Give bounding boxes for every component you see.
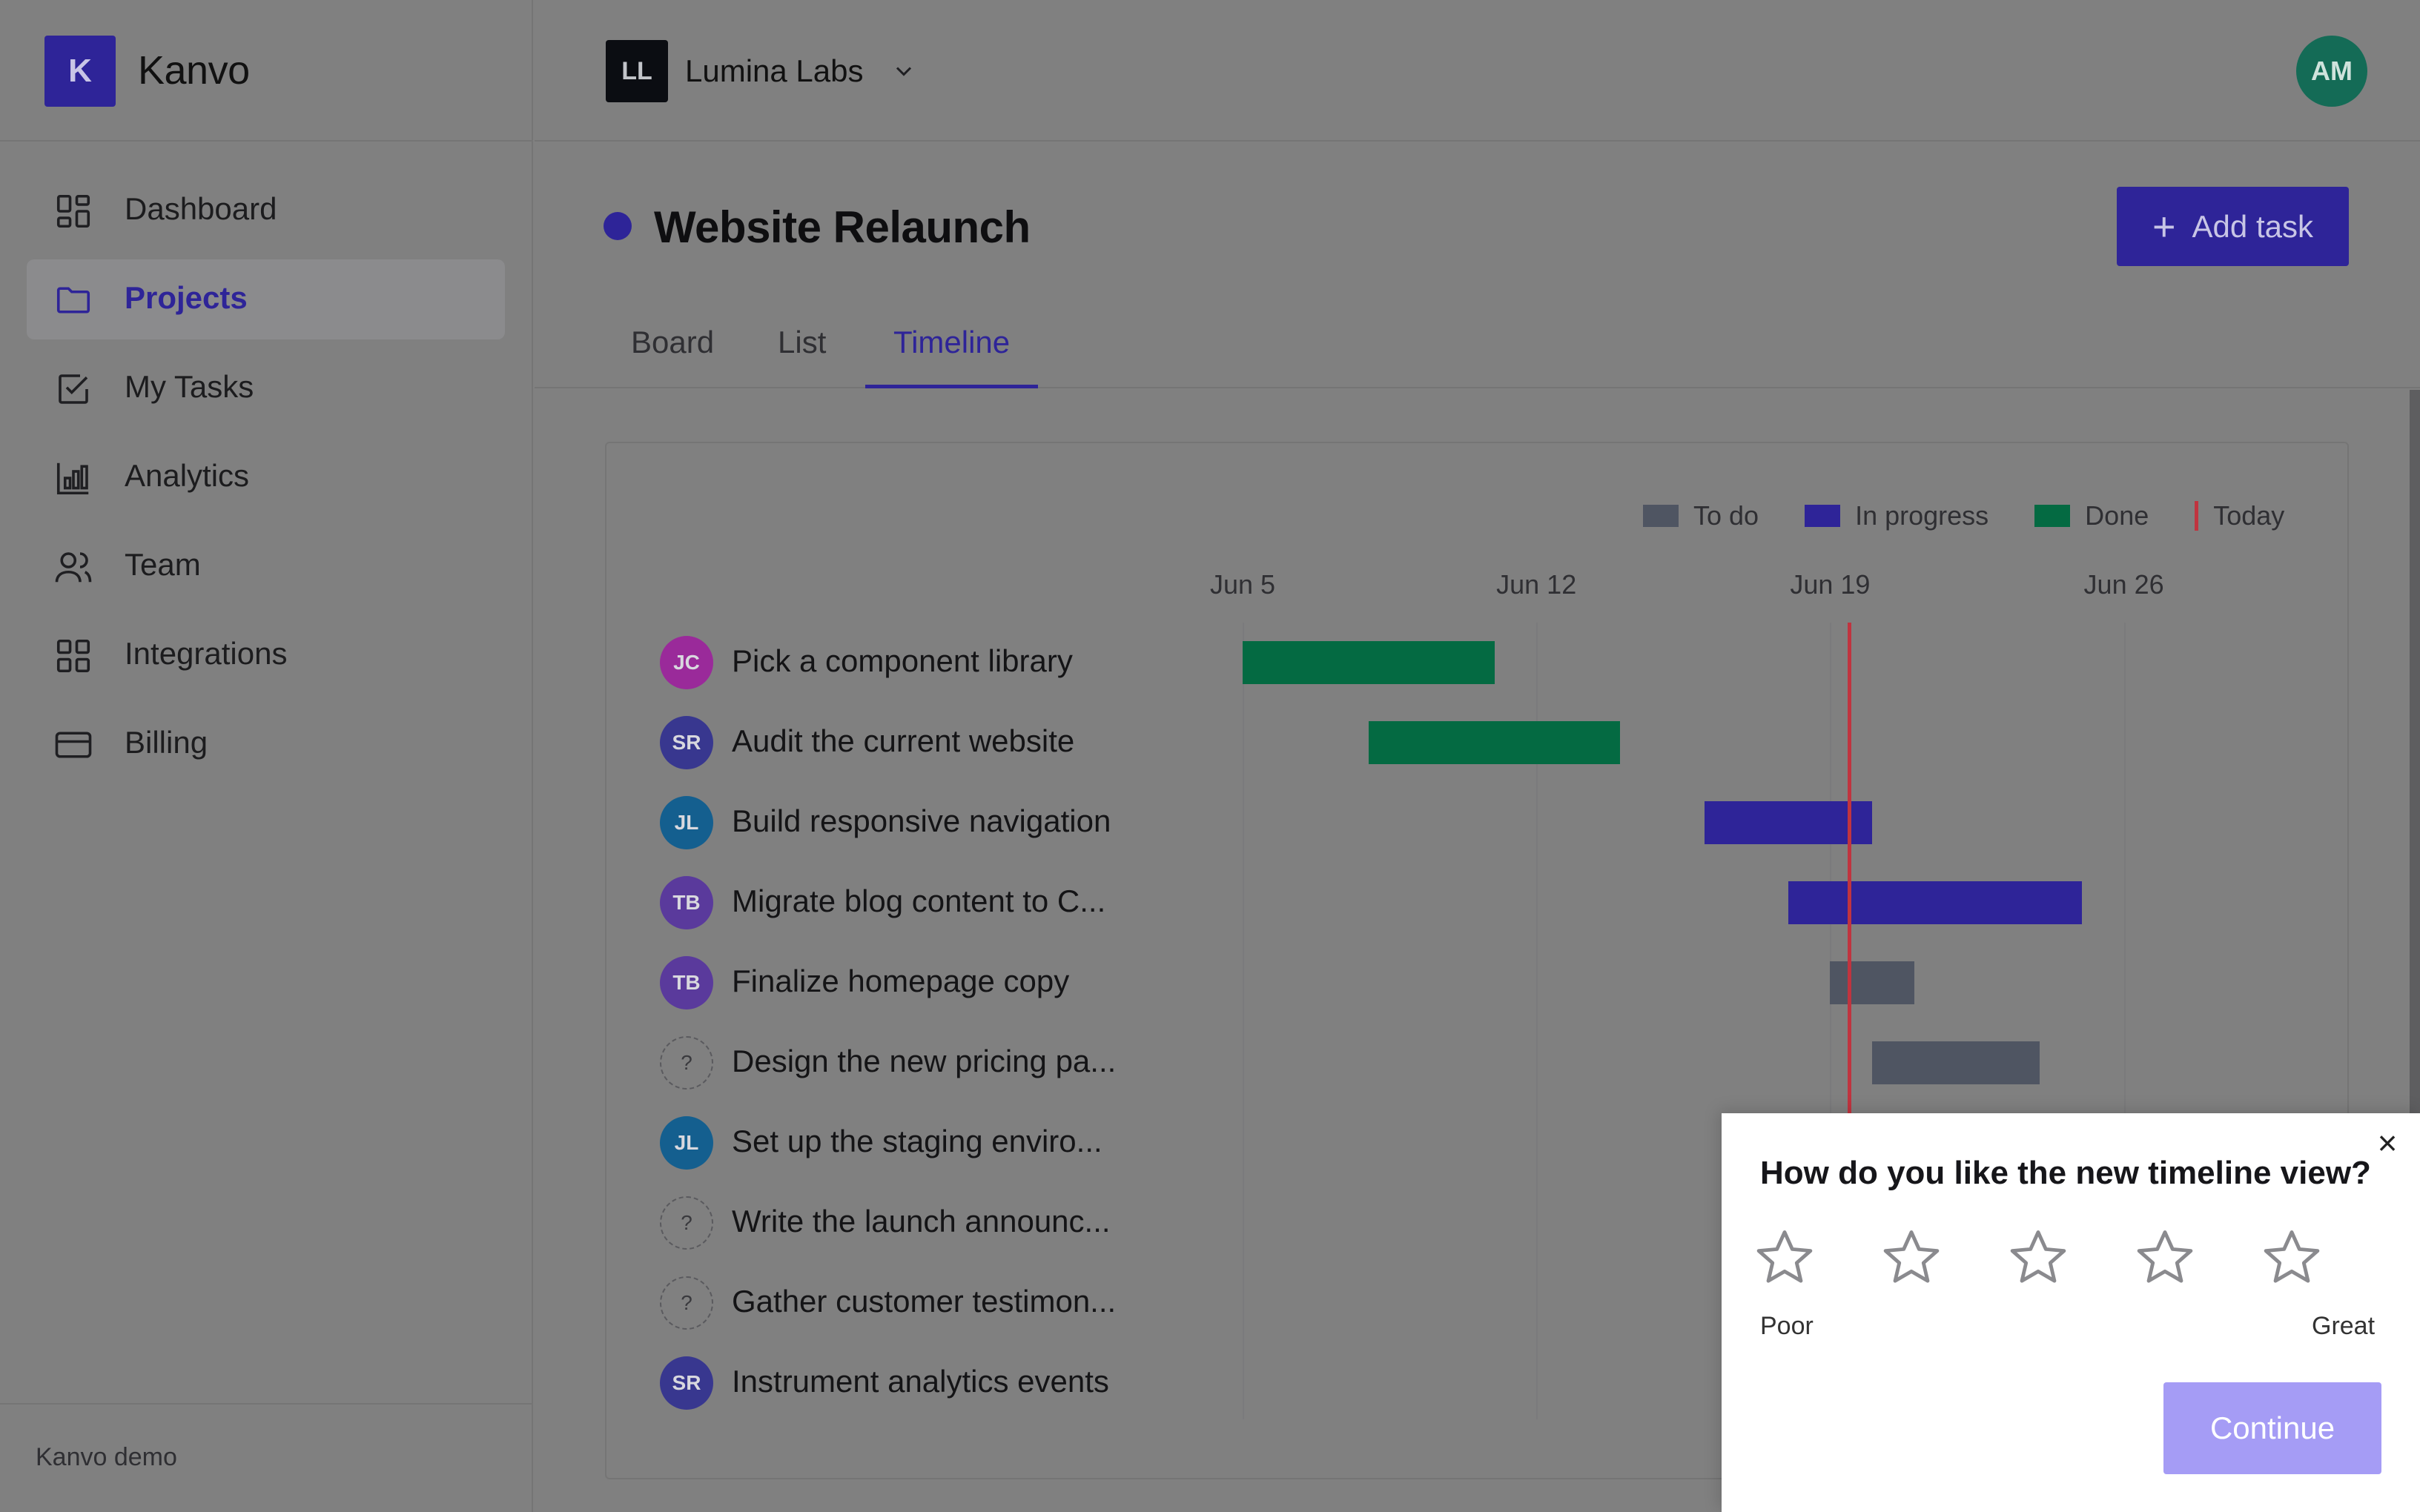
date-label: Jun 19 [1790, 569, 1871, 600]
task-bar[interactable] [1872, 1041, 2040, 1084]
today-marker [1847, 623, 1851, 1115]
task-bar[interactable] [1243, 641, 1495, 684]
assignee-avatar[interactable]: SR [660, 1356, 713, 1410]
date-label: Jun 5 [1209, 569, 1276, 600]
survey-question: How do you like the new timeline view? [1760, 1155, 2371, 1191]
date-label: Jun 12 [1496, 569, 1577, 600]
task-name[interactable]: Design the new pricing pa... [732, 1044, 1116, 1079]
legend-label: To do [1693, 500, 1759, 531]
task-name[interactable]: Audit the current website [732, 723, 1074, 759]
org-logo[interactable]: LL [606, 40, 668, 102]
continue-button[interactable]: Continue [2163, 1382, 2381, 1474]
assignee-avatar[interactable]: TB [660, 956, 713, 1009]
checkbox-icon [53, 369, 93, 409]
credit-card-icon [53, 725, 93, 765]
sidebar-item-team[interactable]: Team [27, 526, 505, 606]
tab-list[interactable]: List [778, 325, 826, 388]
date-label: Jun 26 [2083, 569, 2164, 600]
legend-item-in-progress: In progress [1805, 500, 1988, 531]
timeline-legend: To do In progress Done Today [1643, 498, 2284, 534]
sidebar-item-my-tasks[interactable]: My Tasks [27, 348, 505, 428]
project-color-dot [604, 212, 632, 240]
assignee-avatar[interactable]: SR [660, 716, 713, 769]
close-icon[interactable]: × [2371, 1126, 2404, 1160]
task-bar[interactable] [1368, 721, 1621, 764]
unassigned-avatar[interactable]: ? [660, 1036, 713, 1090]
star-icon[interactable] [2258, 1224, 2325, 1291]
view-tabs: Board List Timeline [535, 314, 2420, 388]
rating-high-label: Great [2312, 1312, 2376, 1340]
org-switcher[interactable]: Lumina Labs [685, 53, 864, 89]
add-task-button[interactable]: + Add task [2117, 187, 2349, 266]
legend-swatch [2195, 501, 2199, 531]
legend-item-today: Today [2195, 500, 2284, 531]
sidebar-item-label: My Tasks [125, 369, 254, 404]
star-icon[interactable] [2005, 1224, 2072, 1291]
rating-low-label: Poor [1760, 1312, 1814, 1340]
star-icon[interactable] [2132, 1224, 2198, 1291]
feedback-survey: × How do you like the new timeline view?… [1722, 1113, 2420, 1512]
brand-header: K Kanvo [0, 0, 532, 142]
sidebar-item-label: Integrations [125, 636, 288, 671]
add-task-label: Add task [2192, 208, 2313, 244]
task-name[interactable]: Pick a component library [732, 643, 1073, 679]
grid-icon [53, 636, 93, 676]
unassigned-avatar[interactable]: ? [660, 1196, 713, 1250]
legend-label: Done [2085, 500, 2149, 531]
task-name[interactable]: Instrument analytics events [732, 1364, 1109, 1399]
task-name[interactable]: Finalize homepage copy [732, 964, 1069, 999]
assignee-avatar[interactable]: JL [660, 1116, 713, 1170]
legend-item-todo: To do [1643, 500, 1759, 531]
user-avatar[interactable]: AM [2296, 36, 2367, 107]
sidebar-item-label: Billing [125, 725, 208, 760]
assignee-avatar[interactable]: JC [660, 636, 713, 689]
legend-swatch [1805, 505, 1841, 527]
unassigned-avatar[interactable]: ? [660, 1276, 713, 1330]
legend-swatch [1643, 505, 1679, 527]
chevron-down-icon[interactable] [890, 58, 917, 84]
sidebar-item-label: Dashboard [125, 191, 277, 226]
brand-name[interactable]: Kanvo [138, 47, 250, 93]
task-name[interactable]: Build responsive navigation [732, 803, 1111, 839]
tab-timeline[interactable]: Timeline [865, 325, 1039, 388]
footer-text: Kanvo demo [36, 1443, 177, 1471]
sidebar-item-analytics[interactable]: Analytics [27, 437, 505, 517]
sidebar-footer: Kanvo demo [0, 1403, 532, 1512]
sidebar-nav: Dashboard Projects My Tasks Analytics Te… [27, 170, 505, 793]
sidebar-item-label: Projects [125, 280, 248, 315]
assignee-avatar[interactable]: JL [660, 796, 713, 849]
task-name[interactable]: Write the launch announc... [732, 1204, 1111, 1239]
folder-icon [53, 280, 93, 320]
sidebar-item-label: Analytics [125, 458, 250, 493]
star-icon[interactable] [1751, 1224, 1818, 1291]
task-name[interactable]: Set up the staging enviro... [732, 1124, 1102, 1159]
gridline [1243, 623, 1244, 1419]
sidebar-item-label: Team [125, 547, 201, 582]
sidebar: K Kanvo Dashboard Projects My Tasks Anal… [0, 0, 533, 1512]
assignee-avatar[interactable]: TB [660, 876, 713, 929]
task-name[interactable]: Migrate blog content to C... [732, 883, 1105, 919]
bar-chart-icon [53, 458, 93, 498]
users-icon [53, 547, 93, 587]
dashboard-icon [53, 191, 93, 231]
legend-label: In progress [1855, 500, 1989, 531]
sidebar-item-dashboard[interactable]: Dashboard [27, 170, 505, 251]
page-title: Website Relaunch [654, 202, 1031, 252]
task-bar[interactable] [1830, 961, 1914, 1004]
legend-swatch [2034, 505, 2071, 527]
tab-board[interactable]: Board [631, 325, 714, 388]
sidebar-item-billing[interactable]: Billing [27, 704, 505, 784]
sidebar-item-projects[interactable]: Projects [27, 259, 505, 339]
legend-label: Today [2213, 500, 2285, 531]
legend-item-done: Done [2034, 500, 2149, 531]
star-icon[interactable] [1878, 1224, 1945, 1291]
plus-icon: + [2152, 204, 2176, 249]
task-bar[interactable] [1788, 881, 2082, 924]
top-bar: LL Lumina Labs AM [535, 0, 2420, 142]
brand-logo[interactable]: K [44, 36, 116, 107]
task-name[interactable]: Gather customer testimon... [732, 1284, 1116, 1319]
sidebar-item-integrations[interactable]: Integrations [27, 615, 505, 695]
